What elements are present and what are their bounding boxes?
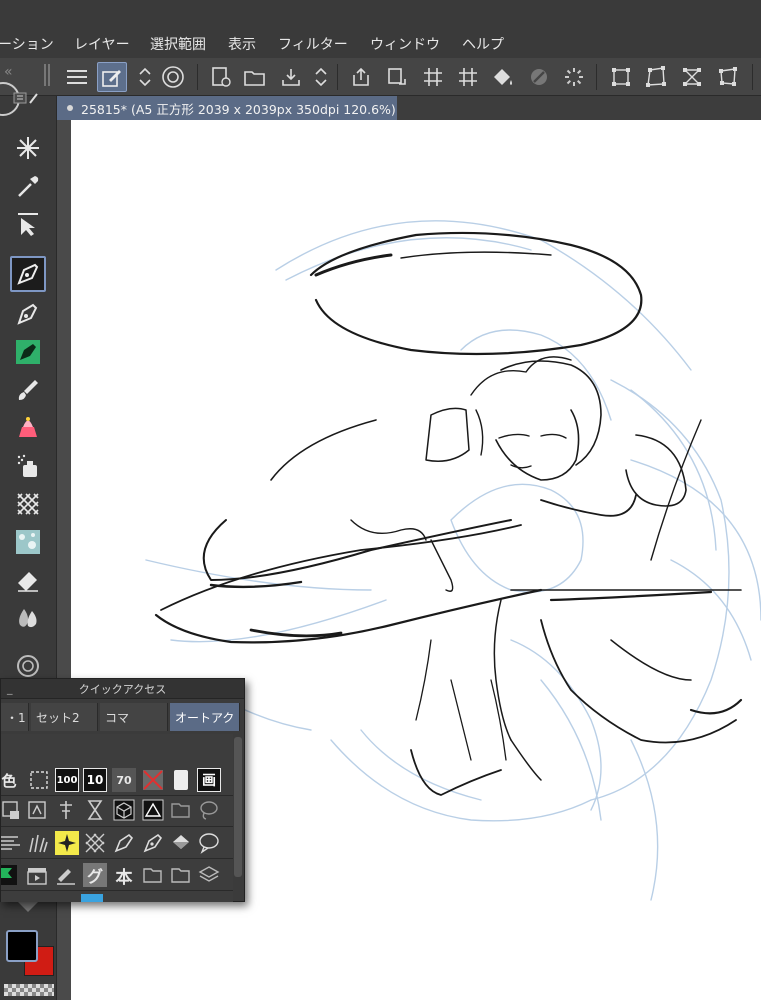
3d-cube-icon[interactable] <box>112 798 136 822</box>
clip-studio-window: ーション レイヤー 選択範囲 表示 フィルター ウィンドウ ヘルプ « 2581… <box>0 0 761 1000</box>
sparkle-tool-icon[interactable] <box>10 130 46 166</box>
tab-auto-action[interactable]: オートアク <box>170 703 240 731</box>
document-tab-label: 25815* (A5 正方形 2039 x 2039px 350dpi 120.… <box>81 101 396 117</box>
unsaved-dot <box>67 105 73 111</box>
grid-alt-icon[interactable] <box>453 62 483 92</box>
menu-animation[interactable]: ーション <box>0 34 54 54</box>
tab-set-2[interactable]: セット2 <box>31 703 98 731</box>
tab-panel[interactable]: コマ <box>100 703 168 731</box>
foreground-color-swatch[interactable] <box>6 930 38 962</box>
transparent-color-swatch[interactable] <box>4 984 54 996</box>
fill-icon[interactable] <box>169 831 193 855</box>
object-select-tool-icon[interactable] <box>10 206 46 242</box>
quick-access-titlebar[interactable]: _ クイックアクセス <box>1 679 244 699</box>
tab-set-1[interactable]: ・1 <box>1 703 29 731</box>
minimize-icon[interactable]: _ <box>7 682 13 695</box>
no-entry-icon[interactable] <box>524 62 554 92</box>
free-transform-icon[interactable] <box>713 62 743 92</box>
lock-layer-icon[interactable] <box>1 798 23 822</box>
hourglass-icon[interactable] <box>83 798 107 822</box>
ruler-layer-icon[interactable] <box>54 798 78 822</box>
eyedropper-tool-icon[interactable] <box>10 168 46 204</box>
menu-selection[interactable]: 選択範囲 <box>150 34 206 54</box>
quick-access-panel: _ クイックアクセス ・1 セット2 コマ オートアク 色 100 10 70 … <box>0 678 245 902</box>
pen-tool-icon[interactable] <box>10 256 46 292</box>
brush-tool-icon[interactable] <box>10 372 46 408</box>
quick-access-tabs: ・1 セット2 コマ オートアク <box>1 701 244 731</box>
document-tab[interactable]: 25815* (A5 正方形 2039 x 2039px 350dpi 120.… <box>57 96 397 120</box>
opacity-100-icon[interactable]: 100 <box>55 768 79 792</box>
layers-stack-icon[interactable] <box>197 863 221 887</box>
sparkle-effect-icon[interactable] <box>55 831 79 855</box>
opacity-70-icon[interactable]: 70 <box>112 768 136 792</box>
menu-view[interactable]: 表示 <box>228 34 256 54</box>
pencil-line-icon[interactable] <box>54 863 78 887</box>
folder-alt-icon[interactable] <box>169 863 193 887</box>
folder-open-icon[interactable] <box>169 798 193 822</box>
menu-help[interactable]: ヘルプ <box>462 34 504 54</box>
layer-settings-icon[interactable] <box>97 62 127 92</box>
triangle-icon[interactable] <box>141 798 165 822</box>
reference-layer-icon[interactable] <box>25 798 49 822</box>
menu-layer[interactable]: レイヤー <box>74 34 130 54</box>
new-file-icon[interactable] <box>206 62 236 92</box>
spiral-logo-icon[interactable] <box>158 62 188 92</box>
book-kanji-icon[interactable]: 本 <box>112 863 136 888</box>
color-label-icon[interactable]: 色 <box>1 768 21 792</box>
panel-menu-icon[interactable] <box>12 90 38 104</box>
pen-alt-icon[interactable] <box>141 831 165 855</box>
fill-bucket-icon[interactable] <box>488 62 518 92</box>
perspective-icon[interactable] <box>677 62 707 92</box>
lasso-icon[interactable] <box>197 798 221 822</box>
save-icon[interactable] <box>276 62 306 92</box>
cyan-partial-icon[interactable] <box>81 894 103 902</box>
pen-nib-icon[interactable] <box>112 831 136 855</box>
tone-tool-icon[interactable] <box>10 524 46 560</box>
grass-brush-icon[interactable] <box>26 831 50 855</box>
quick-access-scrollbar[interactable] <box>234 737 242 877</box>
menu-filter[interactable]: フィルター <box>278 34 348 54</box>
menu-bar: ーション レイヤー 選択範囲 表示 フィルター ウィンドウ ヘルプ <box>0 30 761 58</box>
quick-access-grid: 色 100 10 70 画 グ 本 <box>1 734 233 902</box>
airbrush-tool-icon[interactable] <box>10 448 46 484</box>
decoration-tool-icon[interactable] <box>10 410 46 446</box>
distort-icon[interactable] <box>641 62 671 92</box>
menu-icon[interactable] <box>62 62 92 92</box>
katakana-gu-icon[interactable]: グ <box>83 863 107 887</box>
export-icon[interactable] <box>346 62 376 92</box>
folder-stack-icon[interactable] <box>141 863 165 887</box>
command-bar: « <box>0 58 761 96</box>
eraser-tool-icon[interactable] <box>10 562 46 598</box>
selection-dashed-icon[interactable] <box>27 768 51 792</box>
menu-window[interactable]: ウィンドウ <box>370 34 440 54</box>
clear-layer-icon[interactable] <box>141 768 165 792</box>
quick-access-title: クイックアクセス <box>78 682 167 696</box>
loading-icon[interactable] <box>559 62 589 92</box>
speech-balloon-icon[interactable] <box>197 831 221 855</box>
marker-tool-icon[interactable] <box>10 334 46 370</box>
canvas-label-icon[interactable]: 画 <box>197 768 221 792</box>
chevron-updown-icon[interactable] <box>306 62 336 92</box>
opacity-10-icon[interactable]: 10 <box>83 768 107 792</box>
chevron-updown-icon[interactable] <box>130 62 160 92</box>
transform-icon[interactable] <box>606 62 636 92</box>
paper-layer-icon[interactable] <box>169 768 193 792</box>
rotate-icon[interactable] <box>382 62 412 92</box>
tab-bar-empty <box>397 96 761 120</box>
hatch-pattern-icon[interactable] <box>83 831 107 855</box>
blend-tool-icon[interactable] <box>10 600 46 636</box>
title-bar <box>0 0 761 30</box>
texture-tool-icon[interactable] <box>10 486 46 522</box>
panel-grip-icon[interactable] <box>44 64 50 86</box>
collapse-left-icon[interactable]: « <box>4 64 13 80</box>
green-flag-icon[interactable] <box>1 863 19 887</box>
clapper-icon[interactable] <box>25 863 49 887</box>
open-folder-icon[interactable] <box>240 62 270 92</box>
speed-lines-icon[interactable] <box>1 831 23 855</box>
grid-icon[interactable] <box>418 62 448 92</box>
pencil-tool-icon[interactable] <box>10 296 46 332</box>
